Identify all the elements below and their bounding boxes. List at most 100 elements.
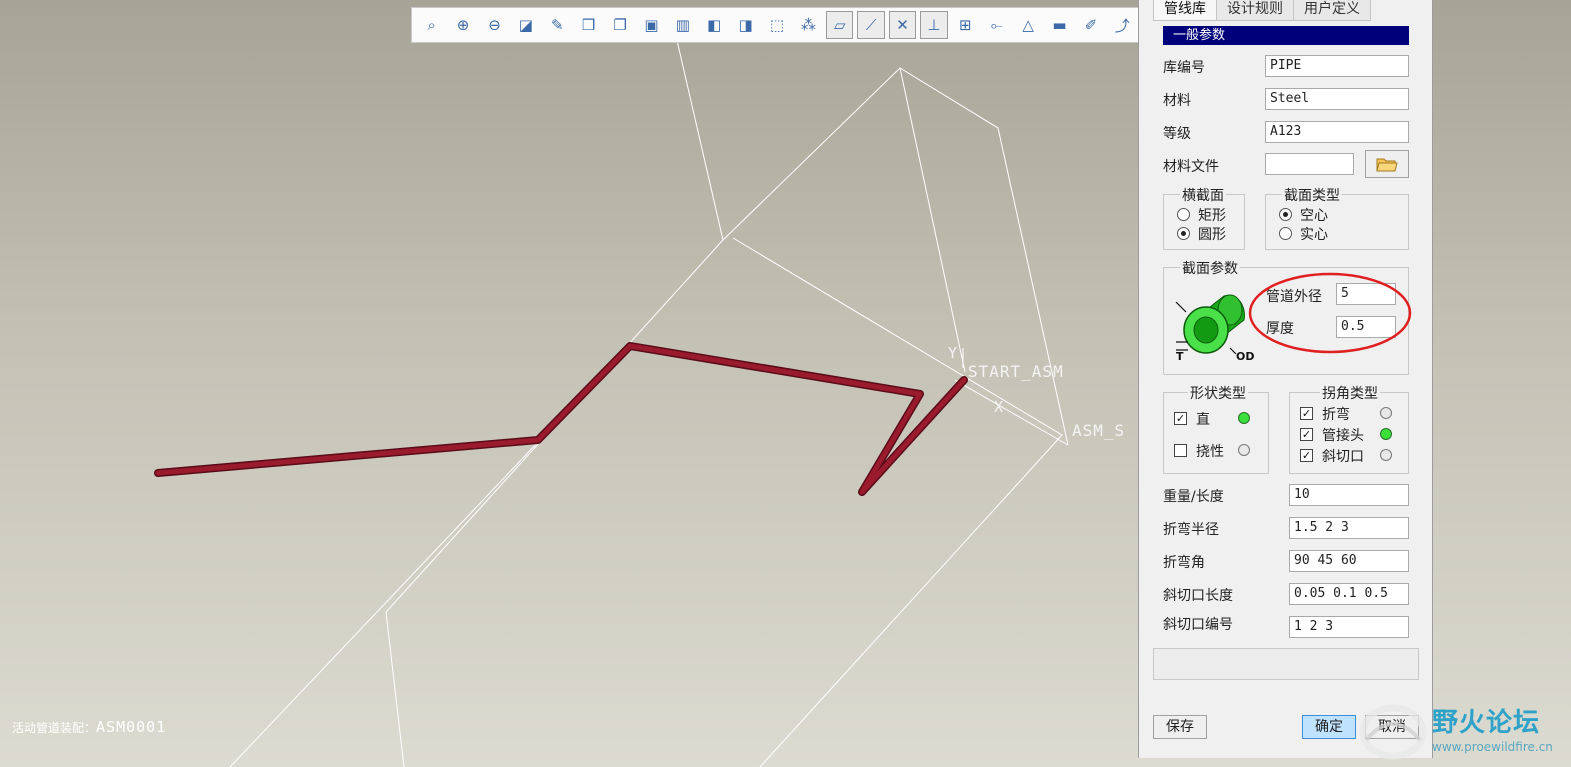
weight-length-label: 重量/长度 — [1163, 489, 1224, 505]
miter-length-label: 斜切口长度 — [1163, 588, 1233, 604]
diagram-t-label: T — [1176, 350, 1184, 363]
bend-angle-field[interactable]: 90 45 60 — [1289, 550, 1409, 572]
wireframe-box-icon: ⬚ — [769, 16, 785, 34]
miter-number-label: 斜切口编号 — [1163, 617, 1233, 633]
pen-icon: ✐ — [1084, 16, 1098, 34]
section-solid-radio[interactable] — [1279, 227, 1292, 240]
toolbar-button-datum-plane[interactable]: ◧ — [701, 11, 728, 39]
zoom-in-icon: ⊕ — [456, 16, 470, 34]
corner-bend-indicator[interactable] — [1380, 407, 1392, 419]
bend-radius-field[interactable]: 1.5 2 3 — [1289, 517, 1409, 539]
datum-plane-left — [385, 239, 724, 767]
datum-edge — [899, 67, 966, 373]
save-button[interactable]: 保存 — [1153, 715, 1207, 739]
pipe-library-dialog: 管线库 设计规则 用户定义 一般参数 库编号 PIPE 材料 Steel 等级 … — [1138, 0, 1433, 758]
toolbar-button-route-tree[interactable]: ⊞ — [952, 11, 979, 39]
active-assembly-status: 活动管道装配：ASM0001 — [12, 718, 166, 736]
repaint-icon: ✎ — [550, 16, 564, 34]
ok-button[interactable]: 确定 — [1302, 715, 1356, 739]
toolbar-button-csys-points[interactable]: ⁂ — [795, 11, 822, 39]
forum-watermark: 野火论坛 www.proewildfire.cn — [1356, 698, 1566, 762]
csys-points-icon: ⁂ — [800, 16, 816, 34]
section-solid-label: 实心 — [1300, 227, 1328, 243]
zoom-fit-icon: ⌕ — [427, 16, 436, 34]
shape-flexible-label: 挠性 — [1196, 444, 1224, 460]
grade-label: 等级 — [1163, 126, 1191, 142]
cross-section-round-radio[interactable] — [1177, 227, 1190, 240]
corner-miter-indicator[interactable] — [1380, 449, 1392, 461]
corner-fitting-label: 管接头 — [1322, 428, 1364, 444]
miter-length-field[interactable]: 0.05 0.1 0.5 — [1289, 583, 1409, 605]
tab-design-rules[interactable]: 设计规则 — [1217, 0, 1294, 21]
toolbar-button-route-edit[interactable]: ⤴ — [1109, 11, 1136, 39]
miter-number-field[interactable]: 1 2 3 — [1289, 616, 1409, 638]
toolbar-button-plane-display[interactable]: ▱ — [826, 11, 854, 39]
toolbar-button-view-cube[interactable]: ❒ — [575, 11, 602, 39]
toolbar-button-camera[interactable]: ▣ — [638, 11, 665, 39]
section-type-group: 截面类型 空心 实心 — [1265, 185, 1409, 250]
cross-section-group: 横截面 矩形 圆形 — [1163, 185, 1245, 250]
shape-type-group: 形状类型 ✓ 直 挠性 — [1163, 383, 1269, 474]
tab-user-defined[interactable]: 用户定义 — [1294, 0, 1371, 21]
section-hollow-radio[interactable] — [1279, 208, 1292, 221]
datum-plane-right — [732, 237, 1063, 767]
forum-logo-icon — [1359, 704, 1427, 760]
cross-section-title: 横截面 — [1180, 185, 1226, 205]
toolbar-button-axis-display[interactable]: ⟋ — [857, 11, 885, 39]
material-file-field[interactable] — [1265, 153, 1354, 175]
section-type-title: 截面类型 — [1282, 185, 1342, 205]
axis-x-label: X — [994, 398, 1005, 416]
tab-pipe-library[interactable]: 管线库 — [1153, 0, 1217, 21]
toolbar-button-csys-display[interactable]: ⊥ — [920, 11, 948, 39]
corner-fitting-indicator[interactable] — [1380, 428, 1392, 440]
shape-flexible-checkbox[interactable] — [1174, 444, 1187, 457]
corner-miter-checkbox[interactable]: ✓ — [1300, 449, 1313, 462]
asm-s-label: ASM_S — [1072, 421, 1126, 440]
toolbar-button-zoom-out[interactable]: ⊖ — [481, 11, 508, 39]
general-params-header: 一般参数 — [1163, 26, 1409, 45]
toolbar-button-zoom-in[interactable]: ⊕ — [449, 11, 476, 39]
corner-fitting-checkbox[interactable]: ✓ — [1300, 428, 1313, 441]
toolbar-button-wireframe-box[interactable]: ⬚ — [763, 11, 790, 39]
grade-field[interactable]: A123 — [1265, 121, 1409, 143]
datum-edge-2 — [229, 439, 541, 767]
toolbar-button-warning[interactable]: △ — [1014, 11, 1041, 39]
pipe-section-diagram: T OD — [1175, 294, 1254, 363]
csys-axis-line — [954, 379, 1069, 446]
datum-plane-icon: ◧ — [707, 16, 722, 34]
point-display-icon: ✕ — [896, 16, 909, 34]
axis-display-icon: ⟋ — [865, 16, 877, 34]
lib-id-field[interactable]: PIPE — [1265, 55, 1409, 77]
highlight-circle — [1248, 272, 1412, 354]
corner-bend-checkbox[interactable]: ✓ — [1300, 407, 1313, 420]
branch-icon: ⟜ — [990, 16, 1003, 34]
cross-section-rect-radio[interactable] — [1177, 208, 1190, 221]
status-label: 活动管道装配： — [12, 721, 97, 735]
bend-angle-label: 折弯角 — [1163, 555, 1205, 571]
lib-id-label: 库编号 — [1163, 60, 1205, 76]
section-params-title: 截面参数 — [1180, 258, 1240, 278]
shape-straight-indicator[interactable] — [1238, 412, 1250, 424]
csys-display-icon: ⊥ — [927, 16, 941, 34]
view-toolbar: ⌕ ⊕ ⊖ ◪ ✎ ❒ ❐ ▣ ▥ ◧ ◨ ⬚ ⁂ ▱ ⟋ ✕ ⊥ ⊞ ⟜ △ ▬ ✐ ⤴ — [411, 7, 1141, 43]
route-tree-icon: ⊞ — [959, 16, 972, 34]
toolbar-button-branch[interactable]: ⟜ — [983, 11, 1010, 39]
toolbar-button-point-display[interactable]: ✕ — [888, 11, 917, 39]
toolbar-button-pen[interactable]: ✐ — [1077, 11, 1104, 39]
toolbar-button-refit[interactable]: ◪ — [512, 11, 539, 39]
shape-type-title: 形状类型 — [1188, 383, 1248, 403]
material-field[interactable]: Steel — [1265, 88, 1409, 110]
toolbar-button-pipe-segment[interactable]: ▬ — [1046, 11, 1073, 39]
shape-straight-checkbox[interactable]: ✓ — [1174, 412, 1187, 425]
toolbar-button-saved-views[interactable]: ❐ — [606, 11, 633, 39]
toolbar-button-datum-add[interactable]: ◨ — [732, 11, 759, 39]
browse-button[interactable] — [1365, 150, 1409, 178]
weight-length-field[interactable]: 10 — [1289, 484, 1409, 506]
warning-icon: △ — [1022, 16, 1034, 34]
layers-icon: ▥ — [675, 16, 690, 34]
toolbar-button-layers[interactable]: ▥ — [669, 11, 696, 39]
shape-flexible-indicator[interactable] — [1238, 444, 1250, 456]
toolbar-button-repaint[interactable]: ✎ — [544, 11, 571, 39]
view-cube-icon: ❒ — [581, 16, 596, 34]
toolbar-button-zoom-fit[interactable]: ⌕ — [418, 11, 445, 39]
